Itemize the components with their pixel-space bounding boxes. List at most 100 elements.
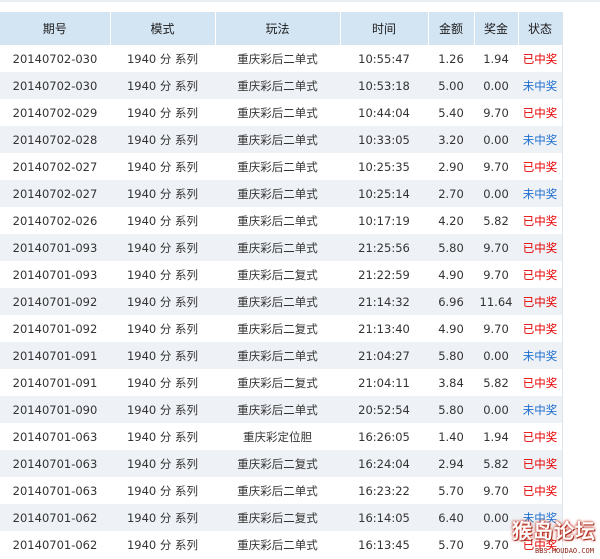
column-amount-header: 金额: [428, 12, 475, 45]
table-row[interactable]: 20140701-092 1940 分 系列 重庆彩后二复式 21:13:40 4.90…: [0, 315, 562, 342]
mode-cell: 1940 分 系列: [110, 72, 215, 99]
table-row[interactable]: 20140701-062 1940 分 系列 重庆彩后二复式 16:14:05 6.40…: [0, 504, 562, 531]
amount-cell: 2.70: [428, 180, 474, 207]
time-cell: 10:53:18: [340, 72, 428, 99]
status-cell: 已中奖: [518, 423, 562, 450]
table-row[interactable]: 20140702-030 1940 分 系列 重庆彩后二单式 10:55:47 1.26…: [0, 45, 562, 72]
period-cell: 20140701-092: [0, 288, 110, 315]
table-row[interactable]: 20140701-090 1940 分 系列 重庆彩后二单式 20:52:54 5.80…: [0, 396, 562, 423]
prize-cell: 0.00: [474, 72, 518, 99]
mode-cell: 1940 分 系列: [110, 504, 215, 531]
table-row[interactable]: 20140702-028 1940 分 系列 重庆彩后二单式 10:33:05 3.20…: [0, 126, 562, 153]
play-cell: 重庆彩后二单式: [215, 99, 340, 126]
status-cell: 已中奖: [518, 261, 562, 288]
period-cell: 20140701-063: [0, 423, 110, 450]
play-cell: 重庆彩后二单式: [215, 153, 340, 180]
table-row[interactable]: 20140701-063 1940 分 系列 重庆彩后二单式 16:23:22 5.70…: [0, 477, 562, 504]
status-cell: 已中奖: [518, 450, 562, 477]
prize-cell: 5.82: [474, 450, 518, 477]
period-cell: 20140701-062: [0, 504, 110, 531]
prize-cell: 9.70: [474, 234, 518, 261]
mode-cell: 1940 分 系列: [110, 315, 215, 342]
table-row[interactable]: 20140702-030 1940 分 系列 重庆彩后二单式 10:53:18 5.00…: [0, 72, 562, 99]
prize-cell: 9.70: [474, 261, 518, 288]
period-cell: 20140702-028: [0, 126, 110, 153]
status-cell: 未中奖: [518, 126, 562, 153]
period-cell: 20140701-091: [0, 369, 110, 396]
time-cell: 16:24:04: [340, 450, 428, 477]
status-cell: 已中奖: [518, 234, 562, 261]
play-cell: 重庆彩定位胆: [215, 423, 340, 450]
time-cell: 10:33:05: [340, 126, 428, 153]
time-cell: 21:04:11: [340, 369, 428, 396]
amount-cell: 5.00: [428, 72, 474, 99]
amount-cell: 4.90: [428, 315, 474, 342]
amount-cell: 6.96: [428, 288, 474, 315]
play-cell: 重庆彩后二单式: [215, 288, 340, 315]
table-row[interactable]: 20140701-091 1940 分 系列 重庆彩后二复式 21:04:11 3.84…: [0, 369, 562, 396]
time-cell: 10:55:47: [340, 45, 428, 72]
play-cell: 重庆彩后二复式: [215, 261, 340, 288]
bet-history-table: 期号 模式 玩法 时间 金额 奖金 状态 20140702-030 1940 分 系列 重庆彩后…: [0, 12, 562, 558]
amount-cell: 2.94: [428, 450, 474, 477]
time-cell: 21:13:40: [340, 315, 428, 342]
period-cell: 20140701-093: [0, 261, 110, 288]
mode-cell: 1940 分 系列: [110, 261, 215, 288]
play-cell: 重庆彩后二单式: [215, 180, 340, 207]
time-cell: 10:17:19: [340, 207, 428, 234]
amount-cell: 5.70: [428, 477, 474, 504]
table-header: 期号 模式 玩法 时间 金额 奖金 状态: [0, 12, 562, 45]
period-cell: 20140702-030: [0, 72, 110, 99]
status-cell: 已中奖: [518, 477, 562, 504]
table-row[interactable]: 20140702-027 1940 分 系列 重庆彩后二单式 10:25:14 2.70…: [0, 180, 562, 207]
table-row[interactable]: 20140701-062 1940 分 系列 重庆彩后二单式 16:13:45 5.70…: [0, 531, 562, 558]
table-row[interactable]: 20140701-093 1940 分 系列 重庆彩后二复式 21:22:59 4.90…: [0, 261, 562, 288]
period-cell: 20140701-063: [0, 450, 110, 477]
play-cell: 重庆彩后二复式: [215, 504, 340, 531]
table-row[interactable]: 20140701-092 1940 分 系列 重庆彩后二单式 21:14:32 6.96…: [0, 288, 562, 315]
period-cell: 20140702-027: [0, 153, 110, 180]
status-cell: 已中奖: [518, 207, 562, 234]
table-row[interactable]: 20140701-063 1940 分 系列 重庆彩后二复式 16:24:04 2.94…: [0, 450, 562, 477]
time-cell: 21:04:27: [340, 342, 428, 369]
period-cell: 20140702-030: [0, 45, 110, 72]
mode-cell: 1940 分 系列: [110, 342, 215, 369]
amount-cell: 5.80: [428, 234, 474, 261]
time-cell: 10:25:35: [340, 153, 428, 180]
prize-cell: 0.00: [474, 504, 518, 531]
mode-cell: 1940 分 系列: [110, 450, 215, 477]
prize-cell: 9.70: [474, 99, 518, 126]
play-cell: 重庆彩后二单式: [215, 45, 340, 72]
table-row[interactable]: 20140701-063 1940 分 系列 重庆彩定位胆 16:26:05 1.40 1…: [0, 423, 562, 450]
period-cell: 20140701-093: [0, 234, 110, 261]
table-row[interactable]: 20140701-093 1940 分 系列 重庆彩后二单式 21:25:56 5.80…: [0, 234, 562, 261]
mode-cell: 1940 分 系列: [110, 234, 215, 261]
mode-cell: 1940 分 系列: [110, 531, 215, 558]
status-cell: 已中奖: [518, 288, 562, 315]
prize-cell: 0.00: [474, 180, 518, 207]
table-row[interactable]: 20140702-027 1940 分 系列 重庆彩后二单式 10:25:35 2.90…: [0, 153, 562, 180]
status-cell: 已中奖: [518, 99, 562, 126]
play-cell: 重庆彩后二复式: [215, 315, 340, 342]
status-cell: 已中奖: [518, 531, 562, 558]
time-cell: 16:26:05: [340, 423, 428, 450]
amount-cell: 5.80: [428, 342, 474, 369]
time-cell: 20:52:54: [340, 396, 428, 423]
play-cell: 重庆彩后二单式: [215, 531, 340, 558]
period-cell: 20140701-063: [0, 477, 110, 504]
amount-cell: 3.84: [428, 369, 474, 396]
prize-cell: 11.64: [474, 288, 518, 315]
amount-cell: 5.40: [428, 99, 474, 126]
mode-cell: 1940 分 系列: [110, 396, 215, 423]
mode-cell: 1940 分 系列: [110, 369, 215, 396]
mode-cell: 1940 分 系列: [110, 207, 215, 234]
status-cell: 已中奖: [518, 369, 562, 396]
table-row[interactable]: 20140701-091 1940 分 系列 重庆彩后二单式 21:04:27 5.80…: [0, 342, 562, 369]
mode-cell: 1940 分 系列: [110, 423, 215, 450]
table-row[interactable]: 20140702-029 1940 分 系列 重庆彩后二单式 10:44:04 5.40…: [0, 99, 562, 126]
column-mode-header: 模式: [110, 12, 216, 45]
table-row[interactable]: 20140702-026 1940 分 系列 重庆彩后二单式 10:17:19 4.20…: [0, 207, 562, 234]
time-cell: 16:14:05: [340, 504, 428, 531]
period-cell: 20140702-026: [0, 207, 110, 234]
time-cell: 10:25:14: [340, 180, 428, 207]
